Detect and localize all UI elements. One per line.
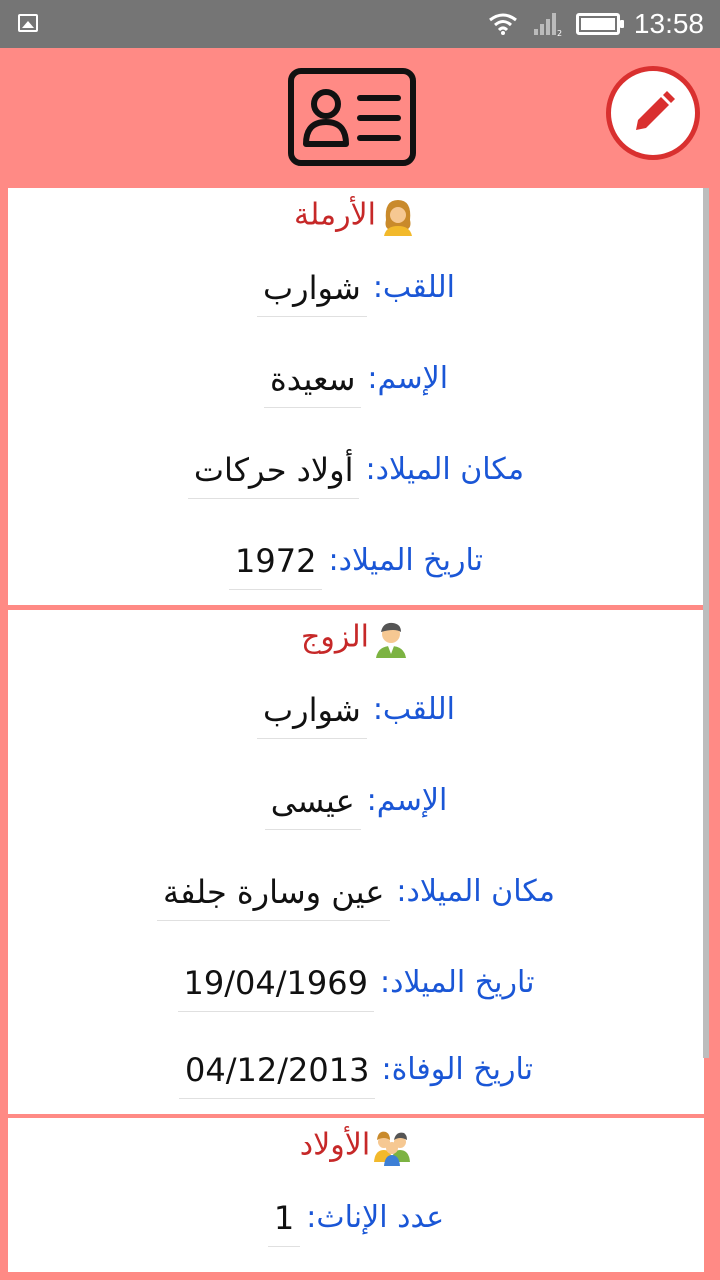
- gallery-notification-icon: [18, 14, 38, 32]
- birthplace-value: عين وسارة جلفة: [157, 872, 391, 921]
- surname-value: شوارب: [257, 268, 367, 317]
- surname-value: شوارب: [257, 690, 367, 739]
- husband-deathdate-field: تاريخ الوفاة: 04/12/2013: [8, 1050, 704, 1099]
- surname-label: اللقب:: [372, 270, 455, 305]
- widow-section: الأرملة اللقب: شوارب الإسم: سعيدة مكان ا…: [8, 188, 704, 605]
- man-avatar-icon: [375, 622, 406, 658]
- name-value: سعيدة: [263, 359, 362, 408]
- status-icons: 2 13:58: [488, 0, 704, 48]
- deathdate-value: 04/12/2013: [179, 1050, 376, 1099]
- id-card-icon: [288, 68, 416, 166]
- widow-surname-field: اللقب: شوارب: [8, 268, 704, 317]
- husband-section: الزوج اللقب: شوارب الإسم: عيسى مكان المي…: [8, 610, 704, 1114]
- children-title: الأولاد: [299, 1127, 371, 1163]
- children-title-row: الأولاد: [8, 1126, 704, 1166]
- svg-text:2: 2: [557, 29, 562, 37]
- female-count-field: عدد الإناث: 1: [8, 1198, 704, 1247]
- husband-birthplace-field: مكان الميلاد: عين وسارة جلفة: [8, 872, 704, 921]
- scrollbar[interactable]: [703, 188, 709, 1058]
- deathdate-label: تاريخ الوفاة:: [381, 1052, 533, 1087]
- edit-button[interactable]: [606, 66, 700, 160]
- birthdate-value: 1972: [229, 541, 323, 590]
- husband-title-row: الزوج: [8, 618, 704, 658]
- children-section: الأولاد عدد الإناث: 1: [8, 1118, 704, 1272]
- female-count-value: 1: [267, 1198, 301, 1247]
- widow-birthdate-field: تاريخ الميلاد: 1972: [8, 541, 704, 590]
- battery-icon: [575, 13, 624, 35]
- app-header: [0, 48, 720, 188]
- widow-title: الأرملة: [293, 197, 377, 233]
- widow-name-field: الإسم: سعيدة: [8, 359, 704, 408]
- husband-name-field: الإسم: عيسى: [8, 781, 704, 830]
- husband-title: الزوج: [301, 619, 369, 655]
- name-value: عيسى: [264, 781, 361, 830]
- profile-content[interactable]: الأرملة اللقب: شوارب الإسم: سعيدة مكان ا…: [8, 188, 712, 1272]
- name-label: الإسم:: [366, 783, 448, 818]
- pencil-icon: [636, 91, 675, 130]
- widow-birthplace-field: مكان الميلاد: أولاد حركات: [8, 450, 704, 499]
- husband-birthdate-field: تاريخ الميلاد: 19/04/1969: [8, 963, 704, 1012]
- status-bar: 2 13:58: [0, 0, 720, 48]
- birthdate-value: 19/04/1969: [177, 963, 374, 1012]
- surname-label: اللقب:: [372, 692, 455, 727]
- wifi-icon: [489, 13, 517, 35]
- birthdate-label: تاريخ الميلاد:: [328, 543, 483, 578]
- birthplace-label: مكان الميلاد:: [396, 874, 555, 909]
- woman-avatar-icon: [384, 200, 413, 236]
- widow-title-row: الأرملة: [8, 196, 704, 236]
- status-time: 13:58: [633, 8, 704, 39]
- signal-icon: 2: [533, 13, 562, 37]
- birthplace-label: مكان الميلاد:: [365, 452, 525, 487]
- husband-surname-field: اللقب: شوارب: [8, 690, 704, 739]
- female-count-label: عدد الإناث:: [306, 1200, 445, 1235]
- birthplace-value: أولاد حركات: [187, 450, 360, 499]
- name-label: الإسم:: [367, 361, 449, 396]
- children-avatar-icon: [374, 1131, 411, 1166]
- birthdate-label: تاريخ الميلاد:: [379, 965, 535, 1000]
